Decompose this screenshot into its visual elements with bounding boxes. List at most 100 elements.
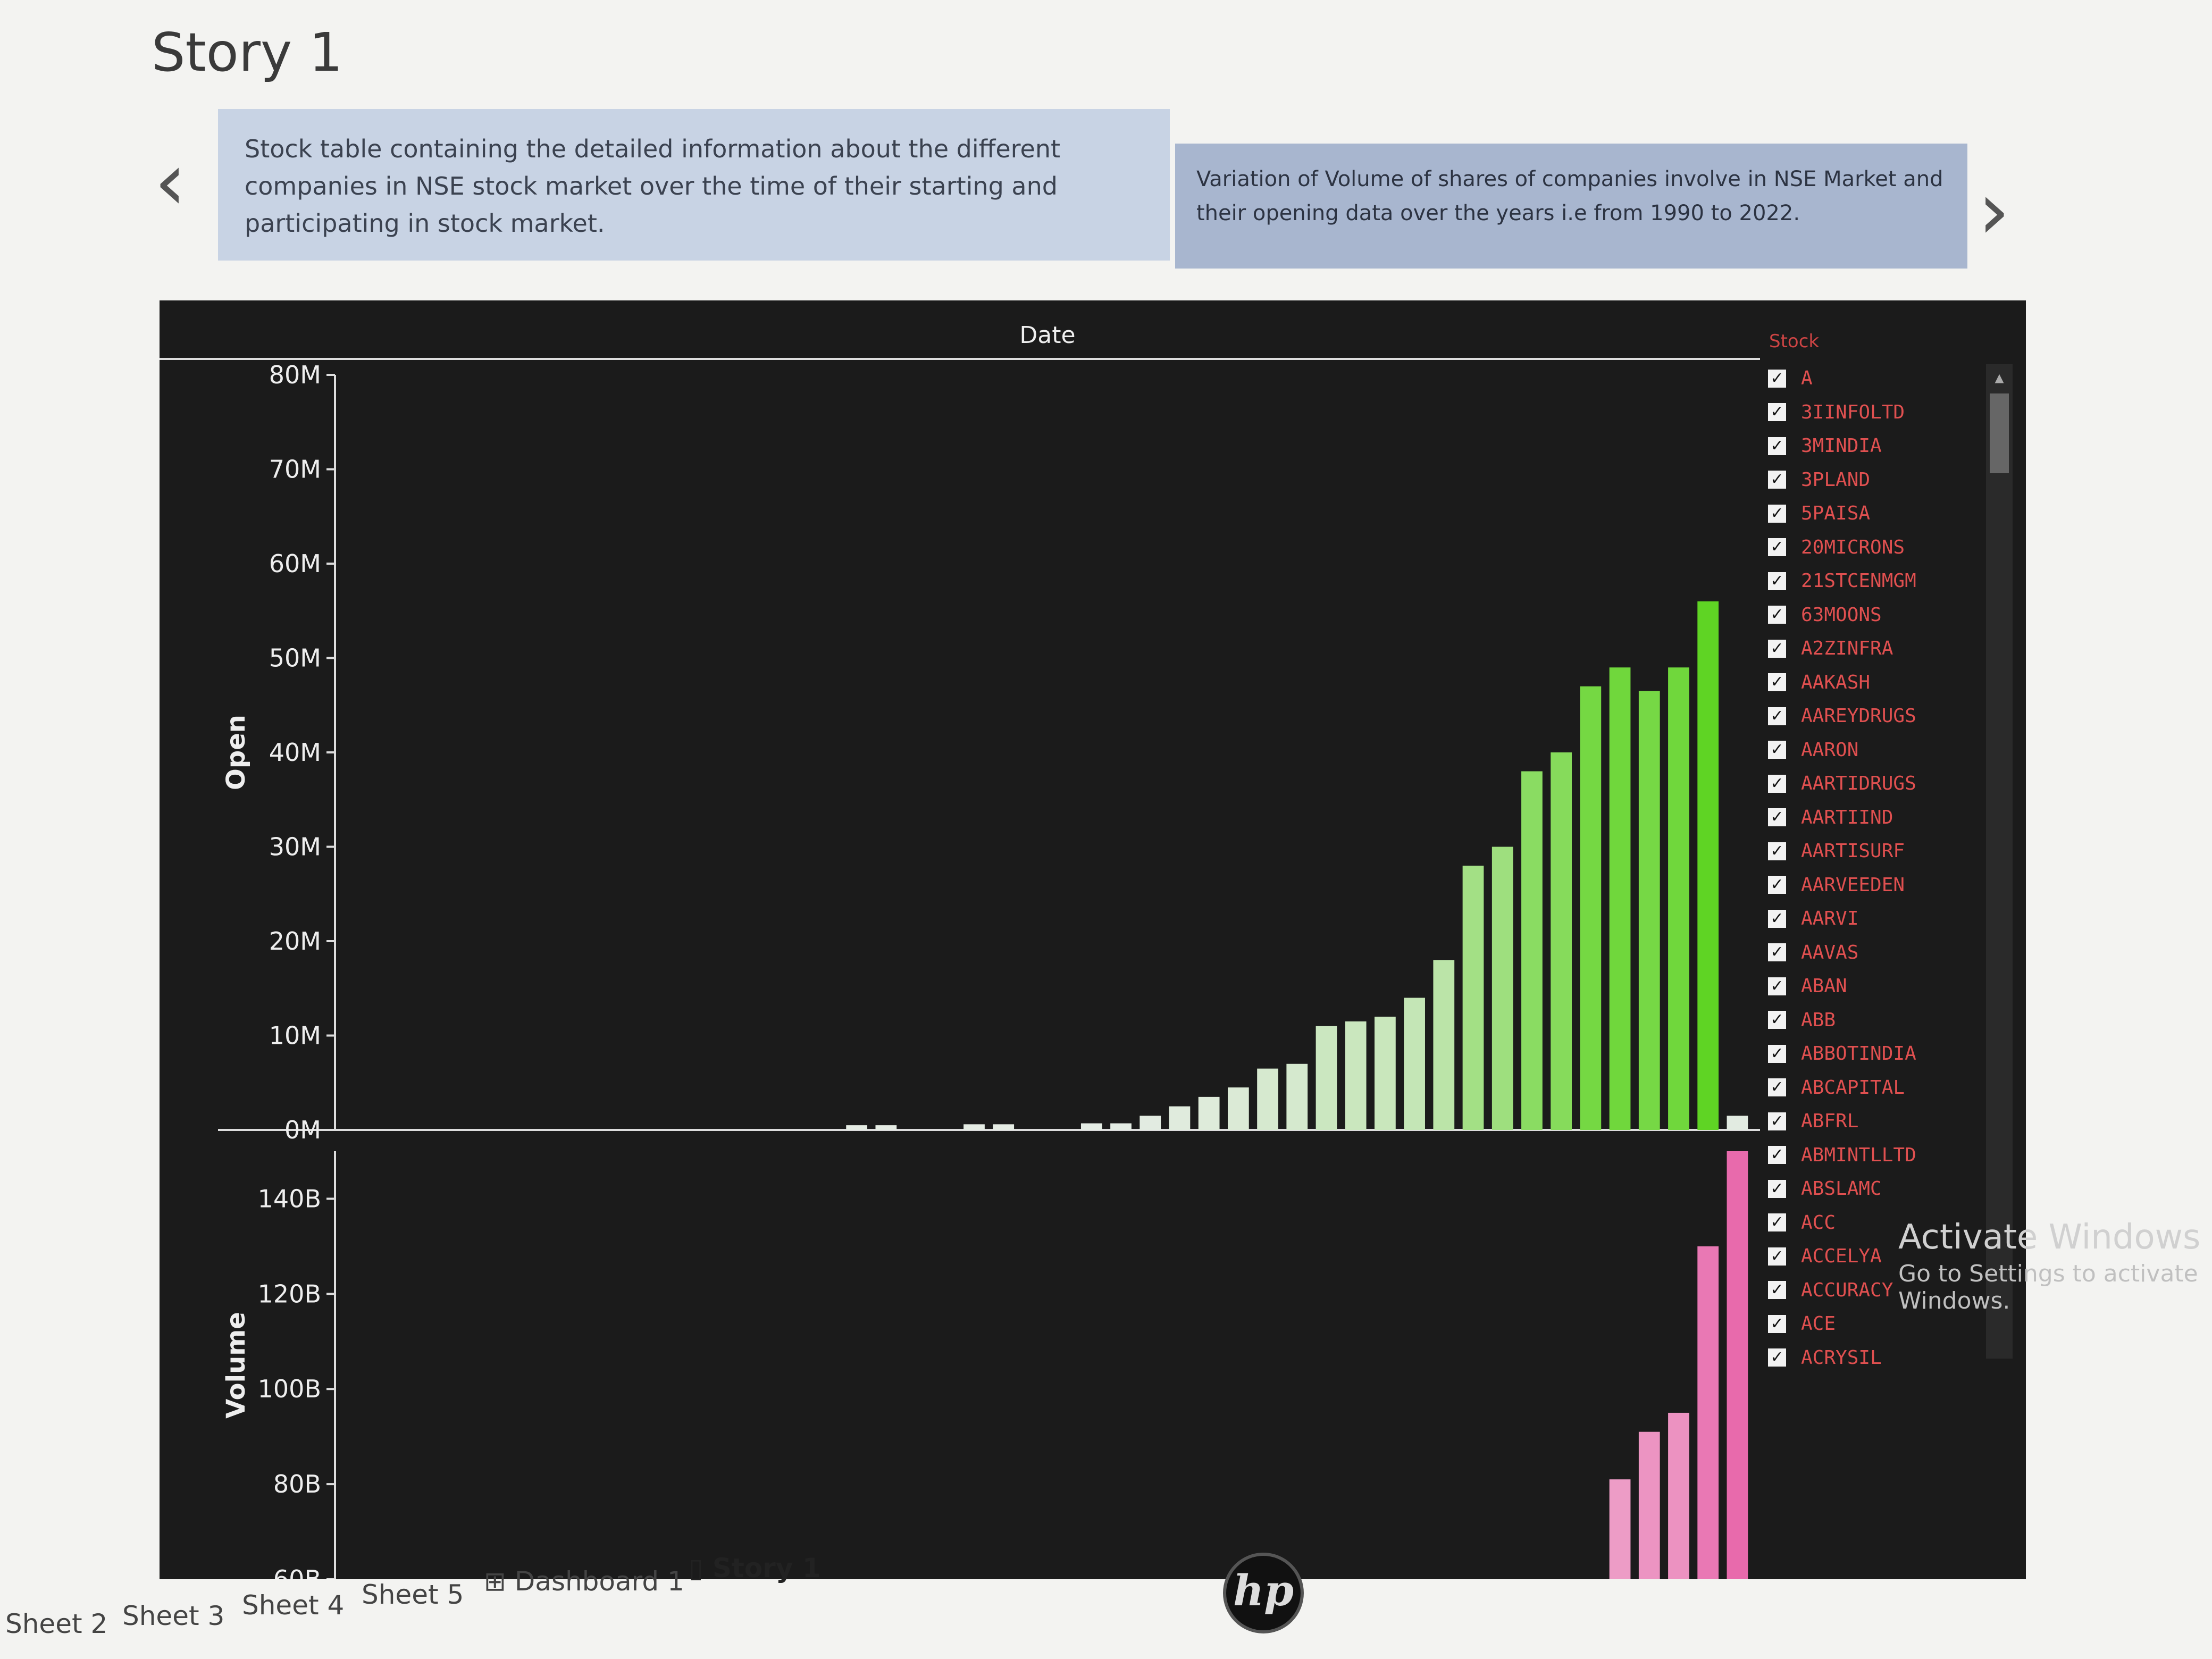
bar-open — [1668, 667, 1689, 1130]
next-story-point-button[interactable]: › — [1978, 165, 2010, 257]
checkbox-icon[interactable]: ✓ — [1768, 606, 1786, 624]
legend-item[interactable]: ✓ AARTIDRUGS — [1768, 767, 1981, 801]
activate-windows-subtext: Go to Settings to activate Windows. — [1898, 1260, 2198, 1314]
checkbox-icon[interactable]: ✓ — [1768, 808, 1786, 827]
checkbox-icon[interactable]: ✓ — [1768, 1281, 1786, 1300]
legend-item[interactable]: ✓ ABMINTLLTD — [1768, 1138, 1981, 1172]
legend-item-label: ACE — [1801, 1313, 1836, 1335]
legend-item[interactable]: ✓ ABBOTINDIA — [1768, 1037, 1981, 1071]
checkbox-icon[interactable]: ✓ — [1768, 1112, 1786, 1130]
legend-item-label: ABFRL — [1801, 1110, 1859, 1133]
story-point-2[interactable]: Variation of Volume of shares of compani… — [1175, 144, 1967, 269]
legend-item[interactable]: ✓ ABSLAMC — [1768, 1172, 1981, 1206]
checkbox-icon[interactable]: ✓ — [1768, 639, 1786, 658]
scroll-thumb[interactable] — [1990, 393, 2009, 473]
checkbox-icon[interactable]: ✓ — [1768, 707, 1786, 725]
legend-item[interactable]: ✓ ABCAPITAL — [1768, 1071, 1981, 1105]
legend-item[interactable]: ✓ 3MINDIA — [1768, 429, 1981, 463]
y-tick-label: 80M — [269, 361, 321, 389]
legend-item[interactable]: ✓ AARTIIND — [1768, 801, 1981, 835]
legend-item[interactable]: ✓ AARVEEDEN — [1768, 868, 1981, 902]
checkbox-icon[interactable]: ✓ — [1768, 504, 1786, 523]
legend-item-label: AARVI — [1801, 908, 1859, 930]
legend-item-label: AAVAS — [1801, 941, 1859, 963]
bar-open — [1139, 1116, 1161, 1130]
legend-item-label: 5PAISA — [1801, 502, 1871, 525]
checkbox-icon[interactable]: ✓ — [1768, 1247, 1786, 1266]
checkbox-icon[interactable]: ✓ — [1768, 369, 1786, 388]
legend-item[interactable]: ✓ AAKASH — [1768, 666, 1981, 700]
checkbox-icon[interactable]: ✓ — [1768, 1348, 1786, 1367]
checkbox-icon[interactable]: ✓ — [1768, 842, 1786, 860]
checkbox-icon[interactable]: ✓ — [1768, 741, 1786, 759]
tab-dashboard-1[interactable]: ⊞ Dashboard 1 — [484, 1566, 684, 1597]
bar-open — [1404, 998, 1425, 1130]
checkbox-icon[interactable]: ✓ — [1768, 943, 1786, 962]
legend-item-label: ABMINTLLTD — [1801, 1144, 1916, 1166]
y-tick-label: 20M — [269, 927, 321, 956]
checkbox-icon[interactable]: ✓ — [1768, 1213, 1786, 1232]
tab-sheet-5[interactable]: Sheet 5 — [362, 1579, 464, 1610]
checkbox-icon[interactable]: ✓ — [1768, 1179, 1786, 1198]
checkbox-icon[interactable]: ✓ — [1768, 471, 1786, 489]
tab-sheet-3[interactable]: Sheet 3 — [122, 1601, 224, 1631]
bar-open — [1198, 1096, 1220, 1130]
legend-item[interactable]: ✓ AARTISURF — [1768, 834, 1981, 868]
checkbox-icon[interactable]: ✓ — [1768, 1078, 1786, 1097]
legend-item-label: ACRYSIL — [1801, 1346, 1882, 1369]
legend-item[interactable]: ✓ ABFRL — [1768, 1104, 1981, 1138]
bar-open — [1286, 1063, 1308, 1130]
legend-item[interactable]: ✓ 5PAISA — [1768, 497, 1981, 531]
story-point-1[interactable]: Stock table containing the detailed info… — [218, 109, 1170, 261]
tab-story-1[interactable]: ▯ Story 1 — [689, 1553, 821, 1583]
story-icon: ▯ — [689, 1553, 713, 1583]
checkbox-icon[interactable]: ✓ — [1768, 1011, 1786, 1029]
legend-item[interactable]: ✓ ABB — [1768, 1003, 1981, 1037]
checkbox-icon[interactable]: ✓ — [1768, 909, 1786, 928]
checkbox-icon[interactable]: ✓ — [1768, 403, 1786, 422]
checkbox-icon[interactable]: ✓ — [1768, 1314, 1786, 1333]
y-axis-label-volume: Volume — [221, 1312, 251, 1419]
tab-sheet-2[interactable]: Sheet 2 — [5, 1608, 107, 1639]
scroll-up-icon[interactable]: ▴ — [1988, 366, 2011, 389]
y-tick-label: 30M — [269, 833, 321, 861]
legend-item[interactable]: ✓ AAVAS — [1768, 936, 1981, 970]
bar-open — [993, 1124, 1015, 1130]
checkbox-icon[interactable]: ✓ — [1768, 1044, 1786, 1063]
checkbox-icon[interactable]: ✓ — [1768, 977, 1786, 995]
legend-item[interactable]: ✓ A — [1768, 362, 1981, 396]
bar-open — [1697, 601, 1719, 1130]
chart-frame: Date — [160, 322, 1760, 360]
chart-viz: Date Open 0M 10M 20M 30M 40M 50M 60M 70M 80M Volu… — [160, 300, 2026, 1579]
tab-sheet-4[interactable]: Sheet 4 — [242, 1590, 344, 1621]
y-tick-label: 50M — [269, 644, 321, 673]
checkbox-icon[interactable]: ✓ — [1768, 437, 1786, 455]
story-point-1-text: Stock table containing the detailed info… — [245, 135, 1061, 238]
legend-item-label: ABSLAMC — [1801, 1178, 1882, 1200]
chevron-left-icon: ‹ — [154, 136, 186, 228]
checkbox-icon[interactable]: ✓ — [1768, 876, 1786, 894]
legend-item[interactable]: ✓ AAREYDRUGS — [1768, 699, 1981, 733]
bar-chart: Date Open 0M 10M 20M 30M 40M 50M 60M 70M 80M Volu… — [160, 322, 1760, 1579]
legend-item[interactable]: ✓ 3PLAND — [1768, 463, 1981, 497]
checkbox-icon[interactable]: ✓ — [1768, 774, 1786, 793]
bar-open — [1727, 1116, 1748, 1130]
legend-item-label: ABCAPITAL — [1801, 1076, 1905, 1099]
prev-story-point-button[interactable]: ‹ — [154, 136, 186, 228]
y-tick-label: 100B — [258, 1375, 321, 1403]
checkbox-icon[interactable]: ✓ — [1768, 572, 1786, 590]
legend-scrollbar[interactable] — [1986, 364, 2013, 1359]
legend-item[interactable]: ✓ A2ZINFRA — [1768, 632, 1981, 666]
checkbox-icon[interactable]: ✓ — [1768, 538, 1786, 557]
legend-item[interactable]: ✓ AARVI — [1768, 902, 1981, 936]
legend-item[interactable]: ✓ 20MICRONS — [1768, 531, 1981, 565]
legend-item[interactable]: ✓ AARON — [1768, 733, 1981, 767]
legend-item[interactable]: ✓ ABAN — [1768, 969, 1981, 1003]
checkbox-icon[interactable]: ✓ — [1768, 673, 1786, 692]
legend-item[interactable]: ✓ 63MOONS — [1768, 598, 1981, 632]
legend-item[interactable]: ✓ 3IINFOLTD — [1768, 396, 1981, 430]
legend-item[interactable]: ✓ ACRYSIL — [1768, 1341, 1981, 1375]
y-tick-label: 60M — [269, 549, 321, 578]
legend-item[interactable]: ✓ 21STCENMGM — [1768, 564, 1981, 598]
checkbox-icon[interactable]: ✓ — [1768, 1146, 1786, 1164]
